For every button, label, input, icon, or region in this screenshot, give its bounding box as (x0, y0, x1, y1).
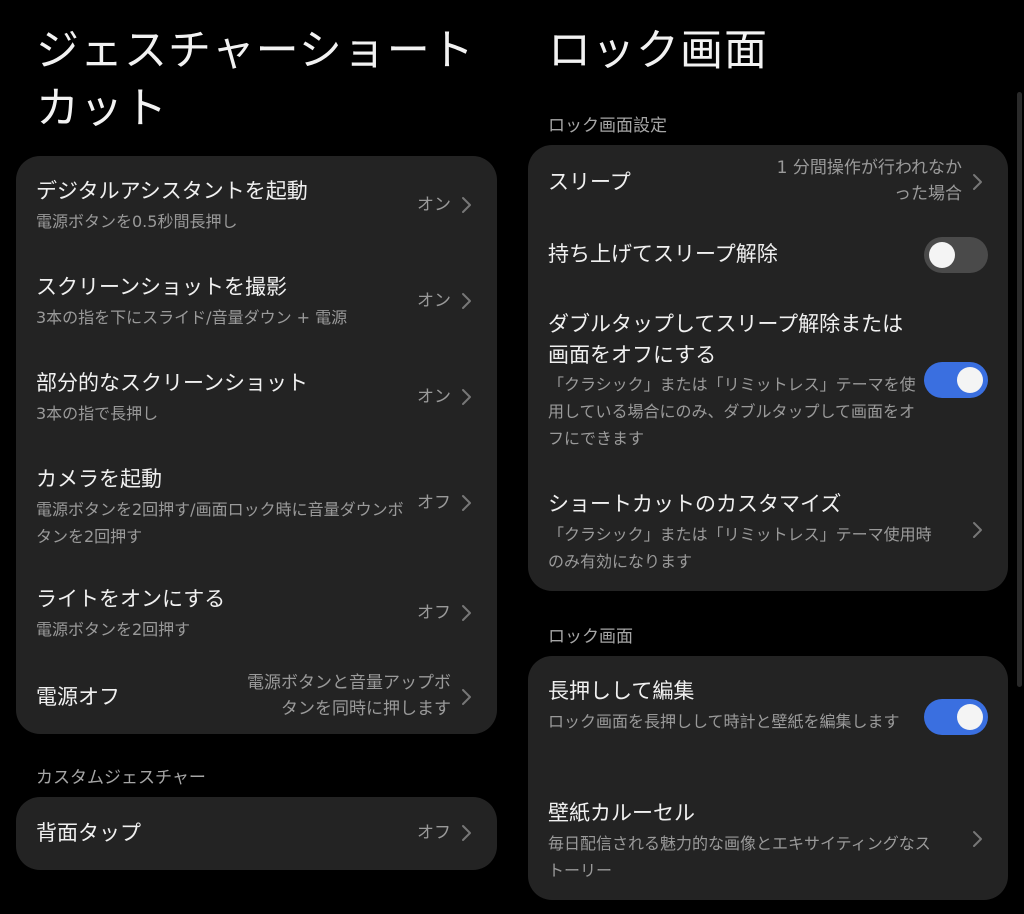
list-item-raise-to-wake: 持ち上げてスリープ解除 (528, 221, 1008, 291)
lock-settings-card: スリープ 1 分間操作が行われなかった場合 持ち上げてスリープ解除 ダブルタップ… (528, 145, 1008, 591)
lock-screen-card: 長押しして編集 ロック画面を長押しして時計と壁紙を編集します 壁紙カルーセル 毎… (528, 656, 1008, 900)
item-title: 背面タップ (36, 821, 141, 845)
page-title: ジェスチャーショートカット (36, 26, 475, 134)
item-subtitle: ロック画面を長押しして時計と壁紙を編集します (548, 712, 900, 731)
item-title: 電源オフ (36, 685, 120, 709)
chevron-right-icon (455, 602, 477, 624)
section-header-custom-gestures: カスタムジェスチャー (36, 768, 206, 788)
item-value: オン (417, 195, 451, 215)
chevron-right-icon (455, 194, 477, 216)
list-item-back-tap[interactable]: 背面タップ オフ (16, 797, 497, 870)
item-title: 持ち上げてスリープ解除 (548, 242, 778, 266)
list-item-sleep[interactable]: スリープ 1 分間操作が行われなかった場合 (528, 145, 1008, 221)
chevron-right-icon (966, 171, 988, 193)
list-item-launch-camera[interactable]: カメラを起動 電源ボタンを2回押す/画面ロック時に音量ダウンボタンを2回押す オ… (16, 444, 497, 568)
list-item-double-tap: ダブルタップしてスリープ解除または画面をオフにする 「クラシック」または「リミッ… (528, 291, 1008, 463)
list-item-customize-shortcuts[interactable]: ショートカットのカスタマイズ 「クラシック」または「リミットレス」テーマ使用時の… (528, 463, 1008, 591)
item-value: オン (417, 291, 451, 311)
item-title: ライトをオンにする (36, 587, 226, 611)
item-value: オン (417, 387, 451, 407)
item-subtitle: 「クラシック」または「リミットレス」テーマ使用時のみ有効になります (548, 525, 932, 571)
raise-to-wake-toggle[interactable] (924, 237, 988, 273)
section-header-lock-settings: ロック画面設定 (548, 116, 667, 136)
scrollbar[interactable] (1017, 92, 1022, 687)
toggle-knob (957, 704, 983, 730)
item-value: オフ (417, 493, 451, 513)
gesture-card: デジタルアシスタントを起動 電源ボタンを0.5秒間長押し オン スクリーンショッ… (16, 156, 497, 734)
item-value: 1 分間操作が行われなかった場合 (776, 158, 962, 204)
item-title: 長押しして編集 (548, 679, 695, 703)
list-item-flashlight[interactable]: ライトをオンにする 電源ボタンを2回押す オフ (16, 568, 497, 664)
chevron-right-icon (455, 822, 477, 844)
chevron-right-icon (455, 492, 477, 514)
item-subtitle: 電源ボタンを2回押す (36, 620, 191, 639)
item-value: 電源ボタンと音量アップボタンを同時に押します (247, 673, 451, 719)
item-subtitle: 電源ボタンを2回押す/画面ロック時に音量ダウンボタンを2回押す (36, 500, 404, 546)
list-item-screenshot[interactable]: スクリーンショットを撮影 3本の指を下にスライド/音量ダウン + 電源 オン (16, 252, 497, 348)
item-subtitle: 「クラシック」または「リミットレス」テーマを使用している場合にのみ、ダブルタップ… (548, 375, 916, 448)
item-subtitle: 3本の指を下にスライド/音量ダウン + 電源 (36, 308, 348, 327)
item-value: オフ (417, 823, 451, 843)
list-item-digital-assistant[interactable]: デジタルアシスタントを起動 電源ボタンを0.5秒間長押し オン (16, 156, 497, 252)
item-title: スリープ (548, 170, 631, 194)
list-item-power-off[interactable]: 電源オフ 電源ボタンと音量アップボタンを同時に押します (16, 664, 497, 734)
chevron-right-icon (966, 519, 988, 541)
chevron-right-icon (455, 686, 477, 708)
toggle-knob (929, 242, 955, 268)
item-title: 壁紙カルーセル (548, 801, 695, 825)
double-tap-toggle[interactable] (924, 362, 988, 398)
custom-gesture-card: 背面タップ オフ (16, 797, 497, 870)
item-title: カメラを起動 (36, 467, 162, 491)
section-header-lock-screen: ロック画面 (548, 627, 633, 647)
item-title: ダブルタップしてスリープ解除または画面をオフにする (548, 312, 904, 367)
item-subtitle: 3本の指で長押し (36, 404, 159, 423)
item-title: 部分的なスクリーンショット (36, 371, 308, 395)
long-press-edit-toggle[interactable] (924, 699, 988, 735)
item-title: スクリーンショットを撮影 (36, 275, 287, 299)
item-title: デジタルアシスタントを起動 (36, 179, 308, 203)
chevron-right-icon (966, 828, 988, 850)
item-subtitle: 毎日配信される魅力的な画像とエキサイティングなストーリー (548, 834, 931, 880)
toggle-knob (957, 367, 983, 393)
list-item-long-press-edit: 長押しして編集 ロック画面を長押しして時計と壁紙を編集します (528, 656, 1008, 776)
chevron-right-icon (455, 290, 477, 312)
item-title: ショートカットのカスタマイズ (548, 492, 842, 516)
list-item-wallpaper-carousel[interactable]: 壁紙カルーセル 毎日配信される魅力的な画像とエキサイティングなストーリー (528, 776, 1008, 900)
page-title: ロック画面 (548, 26, 768, 76)
item-value: オフ (417, 603, 451, 623)
item-subtitle: 電源ボタンを0.5秒間長押し (36, 212, 238, 231)
list-item-partial-screenshot[interactable]: 部分的なスクリーンショット 3本の指で長押し オン (16, 348, 497, 444)
settings-screen: ジェスチャーショートカット デジタルアシスタントを起動 電源ボタンを0.5秒間長… (0, 0, 1024, 914)
chevron-right-icon (455, 386, 477, 408)
